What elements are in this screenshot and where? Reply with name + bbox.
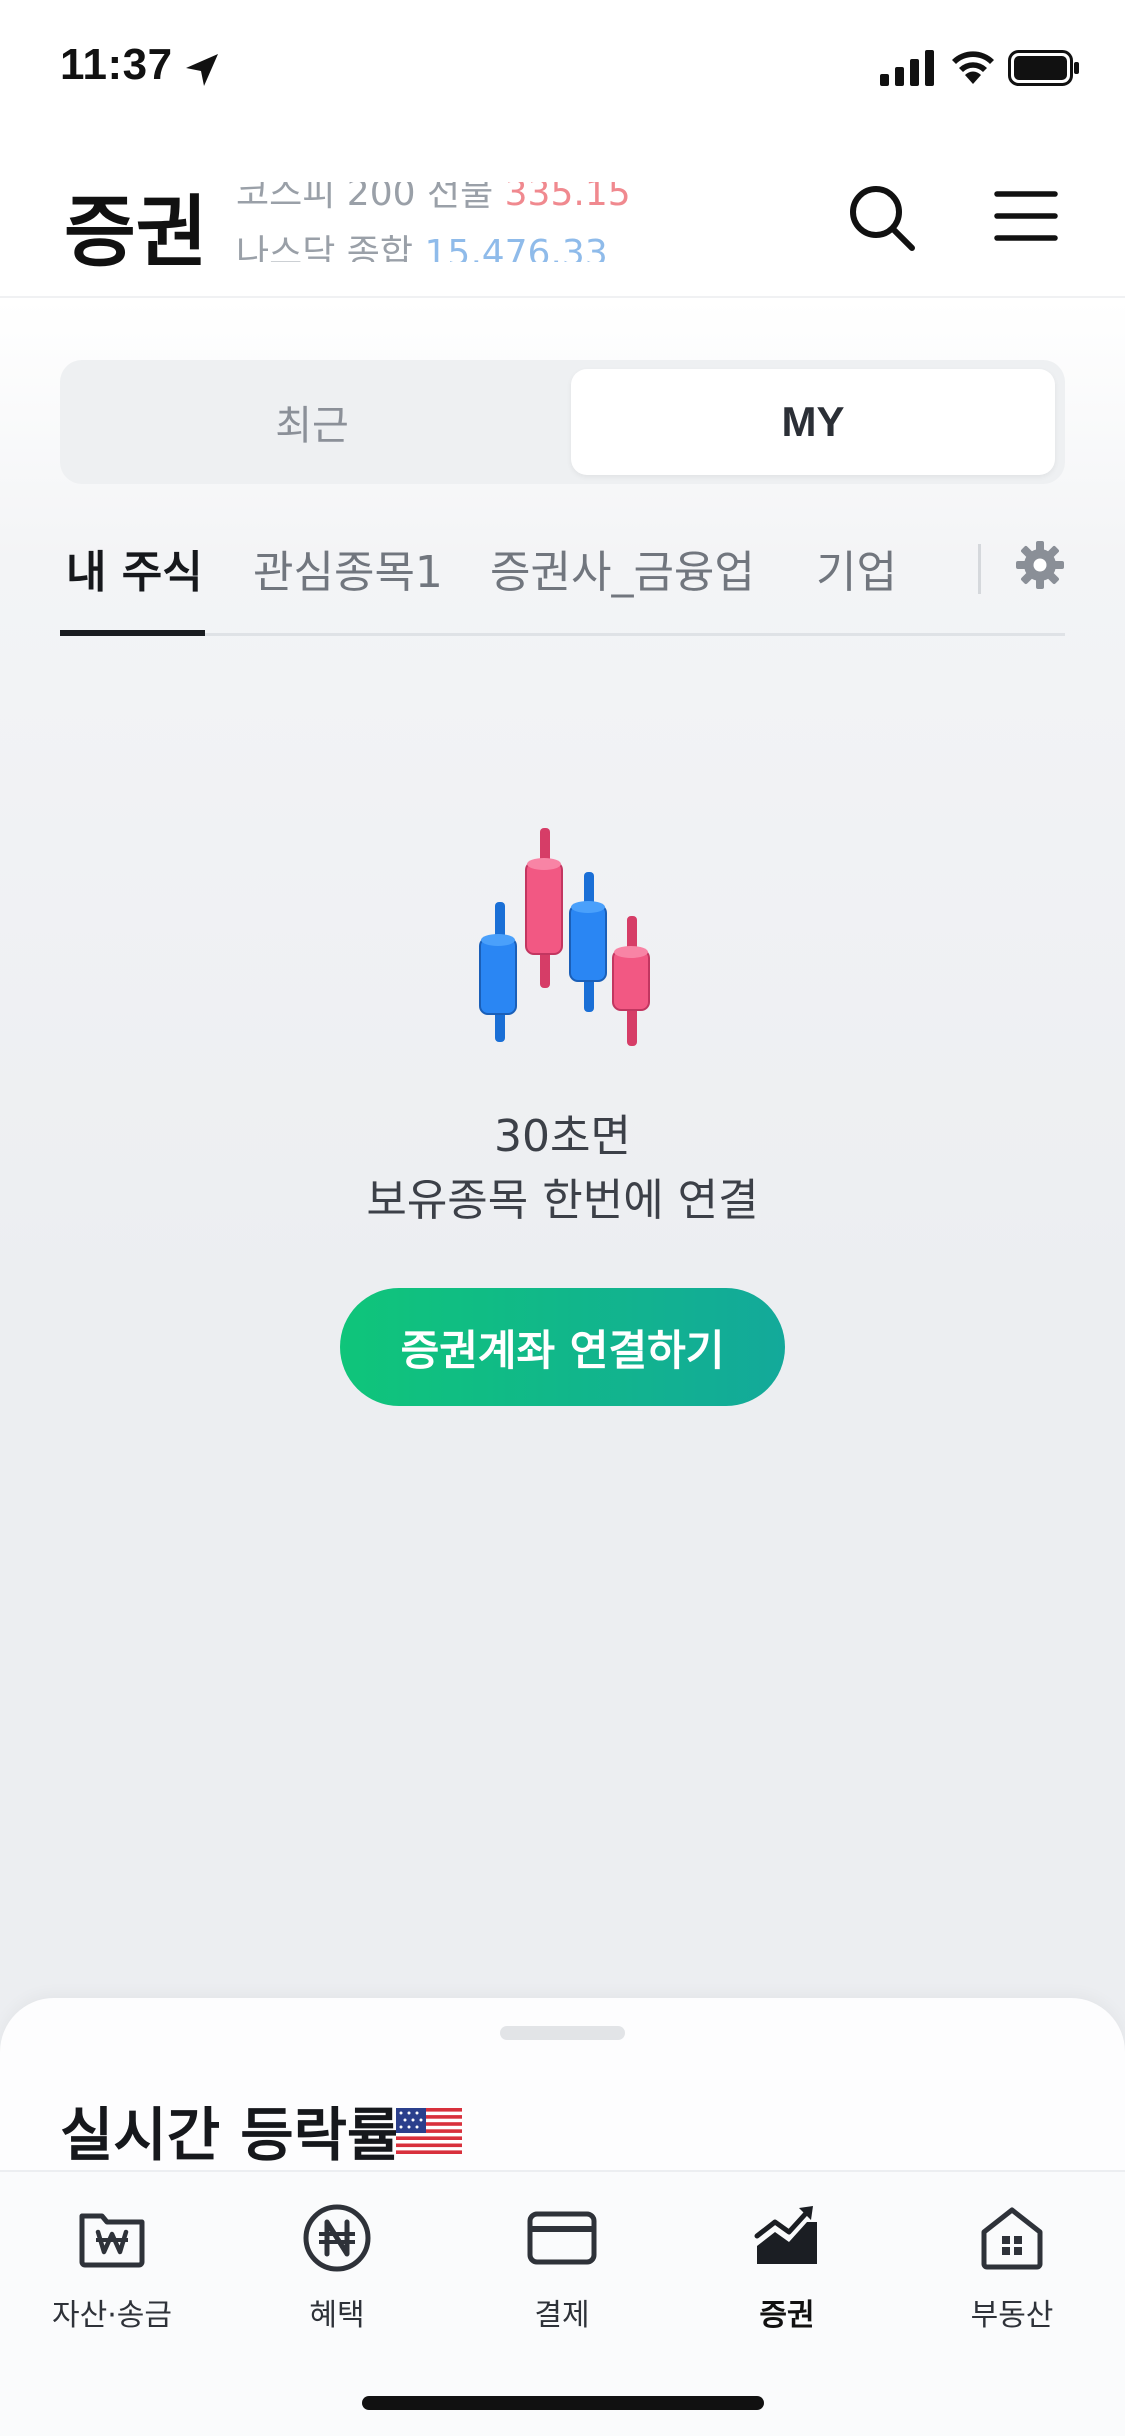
sheet-drag-handle[interactable] — [500, 2026, 625, 2040]
tab-company[interactable]: 기업 — [816, 536, 897, 600]
ticker-item: 코스피 200 선물 335.15 — [236, 182, 631, 216]
nav-label: 부동산 — [970, 2298, 1054, 2333]
nav-item-real-estate[interactable]: 부동산 — [912, 2202, 1112, 2342]
nav-item-payment[interactable]: 결제 — [462, 2202, 662, 2342]
app-screen: 11:37 증권 코스피 200 선물 335.15 나스닥 종합 15,476… — [0, 0, 1125, 2436]
wallet-won-icon — [79, 2213, 145, 2268]
app-header: 증권 코스피 200 선물 335.15 나스닥 종합 15,476.33 — [0, 140, 1125, 298]
nav-label: 혜택 — [309, 2298, 365, 2333]
home-indicator[interactable] — [362, 2396, 764, 2410]
tab-brokerage-finance[interactable]: 증권사_금융업 — [490, 536, 755, 600]
empty-state-line-2: 보유종목 한번에 연결 — [366, 1175, 759, 1226]
tab-divider — [978, 544, 981, 594]
nav-item-assets-transfer[interactable]: 자산·송금 — [12, 2202, 212, 2342]
ticker-value: 15,476.33 — [424, 233, 608, 262]
page-title: 증권 — [64, 188, 208, 278]
empty-state-message: 30초면 보유종목 한번에 연결 — [0, 1105, 1125, 1233]
status-bar: 11:37 — [0, 0, 1125, 140]
recent-my-toggle: 최근 MY — [60, 360, 1065, 484]
cellular-signal-icon — [880, 50, 934, 86]
market-ticker[interactable]: 코스피 200 선물 335.15 나스닥 종합 15,476.33 — [236, 182, 656, 262]
menu-icon[interactable] — [994, 186, 1058, 246]
search-icon[interactable] — [846, 182, 918, 254]
watchlist-tabs: 내 주식 관심종목1 증권사_금융업 기업 — [60, 520, 1065, 636]
status-time: 11:37 — [60, 40, 173, 89]
wifi-icon — [952, 51, 994, 84]
candlestick-chart-icon — [479, 828, 650, 1046]
nav-label: 증권 — [759, 2298, 815, 2333]
ticker-value: 335.15 — [504, 182, 631, 214]
tab-watchlist-1[interactable]: 관심종목1 — [253, 536, 443, 600]
sheet-title: 실시간 등락률 — [60, 2101, 401, 2169]
ticker-label: 나스닥 종합 — [236, 233, 414, 262]
stock-chart-icon — [754, 2206, 817, 2264]
house-icon — [981, 2207, 1043, 2270]
nav-item-securities[interactable]: 증권 — [687, 2202, 887, 2342]
segment-my[interactable]: MY — [571, 369, 1055, 475]
us-flag-icon — [396, 2108, 462, 2154]
active-tab-indicator — [60, 630, 205, 636]
battery-icon — [1008, 50, 1079, 86]
nav-item-benefits[interactable]: 혜택 — [237, 2202, 437, 2342]
nav-label: 자산·송금 — [52, 2298, 172, 2333]
location-arrow-icon — [186, 54, 218, 86]
nav-label: 결제 — [534, 2298, 590, 2333]
ticker-item: 나스닥 종합 15,476.33 — [236, 224, 608, 262]
naira-coin-icon — [303, 2204, 371, 2272]
tab-my-stocks[interactable]: 내 주식 — [66, 536, 203, 600]
card-icon — [527, 2211, 597, 2265]
segment-recent[interactable]: 최근 — [70, 369, 554, 475]
ticker-label: 코스피 200 선물 — [236, 182, 494, 214]
connect-brokerage-button[interactable]: 증권계좌 연결하기 — [340, 1288, 785, 1406]
gear-icon[interactable] — [1015, 540, 1065, 590]
empty-state-line-1: 30초면 — [494, 1111, 631, 1162]
